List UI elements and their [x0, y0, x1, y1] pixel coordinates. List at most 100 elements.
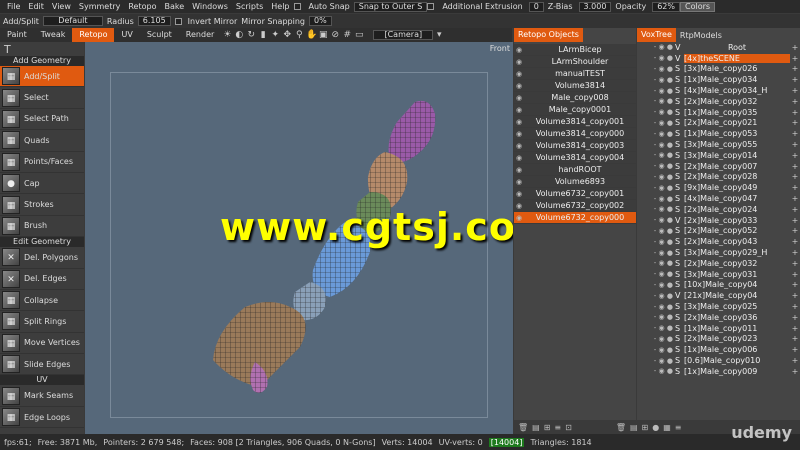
layer-controls[interactable]: - ◉ ● — [637, 97, 675, 105]
additional-extrusion-checkbox[interactable] — [427, 3, 435, 10]
layer-controls[interactable]: - ◉ ● — [637, 216, 675, 224]
zoom-icon[interactable]: ⚲ — [294, 30, 304, 40]
retopo-object-item[interactable]: ◉ Volume6732_copy001 — [514, 188, 636, 200]
zbias-field[interactable]: 3.000 — [578, 1, 612, 12]
voxtree-item[interactable]: - ◉ ● S [2x]Male_copy043 + — [637, 236, 800, 247]
menu-help[interactable]: Help — [267, 2, 293, 11]
tree-trash-icon[interactable]: 🗑 — [616, 423, 626, 432]
voxtree-item[interactable]: - ◉ ● S [2x]Male_copy036 + — [637, 312, 800, 323]
layer-controls[interactable]: - ◉ ● — [637, 43, 675, 51]
add-layer-icon[interactable]: + — [790, 280, 800, 289]
tab-voxtree[interactable]: VoxTree — [637, 28, 676, 42]
retopo-object-item[interactable]: ◉ Male_copy0001 — [514, 104, 636, 116]
voxtree-item[interactable]: - ◉ ● S [0.6]Male_copy010 + — [637, 355, 800, 366]
tool-del-polygons[interactable]: ✕ Del. Polygons — [0, 247, 84, 269]
retopo-object-item[interactable]: ◉ Volume3814_copy004 — [514, 152, 636, 164]
layer-controls[interactable]: - ◉ ● — [637, 173, 675, 181]
layer-controls[interactable]: - ◉ ● — [637, 76, 675, 84]
opacity-field[interactable]: 62% — [652, 1, 680, 12]
layer-controls[interactable]: - ◉ ● — [637, 303, 675, 311]
retopo-object-item[interactable]: ◉ Volume6732_copy000 — [514, 212, 636, 224]
flat-icon[interactable]: ▮ — [258, 30, 268, 40]
voxtree-item[interactable]: - ◉ ● S [2x]Male_copy024 + — [637, 204, 800, 215]
layer-controls[interactable]: - ◉ ● — [637, 141, 675, 149]
layer-controls[interactable]: - ◉ ● — [637, 259, 675, 267]
snap-mode-select[interactable]: Snap to Outer S — [353, 1, 428, 12]
add-layer-icon[interactable]: + — [790, 313, 800, 322]
light-icon[interactable]: ☀ — [222, 30, 232, 40]
mirror-snapping-field[interactable]: 0% — [308, 16, 332, 26]
add-layer-icon[interactable]: + — [790, 194, 800, 203]
layer-controls[interactable]: - ◉ ● — [637, 54, 675, 62]
add-layer-icon[interactable]: + — [790, 356, 800, 365]
layer-controls[interactable]: - ◉ ● — [637, 313, 675, 321]
tool-select-path[interactable]: ▦ Select Path — [0, 109, 84, 131]
tool-add-split[interactable]: ▦ Add/Split — [0, 66, 84, 88]
tree-add-icon[interactable]: ⊞ — [642, 423, 649, 432]
retopo-object-item[interactable]: ◉ Volume6732_copy002 — [514, 200, 636, 212]
add-layer-icon[interactable]: + — [790, 259, 800, 268]
add-layer-icon[interactable]: + — [790, 86, 800, 95]
tool-mark-seams[interactable]: ▦ Mark Seams — [0, 385, 84, 407]
voxtree-item[interactable]: - ◉ ● S [2x]Male_copy023 + — [637, 334, 800, 345]
rotate-icon[interactable]: ↻ — [246, 30, 256, 40]
tool-move-vertices[interactable]: ▦ Move Vertices — [0, 333, 84, 355]
layer-controls[interactable]: - ◉ ● — [637, 324, 675, 332]
add-layer-icon[interactable]: + — [790, 345, 800, 354]
no-entry-icon[interactable]: ⊘ — [330, 30, 340, 40]
visibility-icon[interactable]: ◉ — [514, 58, 524, 66]
visibility-icon[interactable]: ◉ — [514, 166, 524, 174]
camera-icon[interactable]: ▾ — [434, 30, 444, 40]
retopo-object-item[interactable]: ◉ LArmBicep — [514, 44, 636, 56]
add-layer-icon[interactable]: + — [790, 108, 800, 117]
menu-symmetry[interactable]: Symmetry — [75, 2, 124, 11]
tab-retopo[interactable]: Retopo — [72, 28, 115, 42]
shade-icon[interactable]: ◐ — [234, 30, 244, 40]
add-layer-icon[interactable]: + — [790, 151, 800, 160]
colors-button[interactable]: Colors — [679, 1, 716, 12]
voxtree-item[interactable]: - ◉ ● S [1x]Male_copy009 + — [637, 366, 800, 377]
layer-controls[interactable]: - ◉ ● — [637, 238, 675, 246]
frame-icon[interactable]: ▭ — [354, 30, 364, 40]
visibility-icon[interactable]: ◉ — [514, 190, 524, 198]
voxtree-item[interactable]: - ◉ ● S [4x]Male_copy047 + — [637, 193, 800, 204]
voxtree-item[interactable]: - ◉ ● S [3x]Male_copy031 + — [637, 269, 800, 280]
tab-uv[interactable]: UV — [114, 28, 139, 42]
menu-retopo[interactable]: Retopo — [124, 2, 160, 11]
retopo-object-item[interactable]: ◉ manualTEST — [514, 68, 636, 80]
voxtree-item[interactable]: - ◉ ● S [2x]Male_copy032 + — [637, 258, 800, 269]
invert-mirror-checkbox[interactable] — [174, 17, 182, 25]
viewport[interactable]: Front www.cgtsj.com — [85, 42, 513, 434]
list-icon[interactable]: ≡ — [554, 423, 561, 432]
voxtree-item[interactable]: - ◉ ● S [2x]Male_copy007 + — [637, 161, 800, 172]
radius-field[interactable]: 6.105 — [137, 16, 171, 26]
visibility-icon[interactable]: ◉ — [514, 70, 524, 78]
add-layer-icon[interactable]: + — [790, 54, 800, 63]
voxtree-item[interactable]: - ◉ ● S [1x]Male_copy034 + — [637, 74, 800, 85]
preset-select[interactable]: Default — [42, 16, 103, 26]
layer-controls[interactable]: - ◉ ● — [637, 151, 675, 159]
visibility-icon[interactable]: ◉ — [514, 118, 524, 126]
auto-snap-checkbox[interactable] — [293, 3, 301, 10]
visibility-icon[interactable]: ◉ — [514, 178, 524, 186]
light-tool-icon[interactable]: ✦ — [270, 30, 280, 40]
add-layer-icon[interactable]: + — [790, 248, 800, 257]
grid-icon[interactable]: # — [342, 30, 352, 40]
voxtree-item[interactable]: - ◉ ● S [1x]Male_copy053 + — [637, 128, 800, 139]
tool-del-edges[interactable]: ✕ Del. Edges — [0, 269, 84, 290]
tab-rtpmodels[interactable]: RtpModels — [676, 31, 726, 40]
add-layer-icon[interactable]: + — [790, 129, 800, 138]
retopo-object-item[interactable]: ◉ Volume3814_copy001 — [514, 116, 636, 128]
cube-icon[interactable]: ▣ — [318, 30, 328, 40]
add-layer-icon[interactable]: + — [790, 183, 800, 192]
menu-edit[interactable]: Edit — [24, 2, 48, 11]
add-layer-icon[interactable]: + — [790, 291, 800, 300]
retopo-object-item[interactable]: ◉ Volume3814_copy000 — [514, 128, 636, 140]
retopo-object-item[interactable]: ◉ Volume3814 — [514, 80, 636, 92]
voxtree-item[interactable]: - ◉ ● V [2x]Male_copy033 + — [637, 215, 800, 226]
add-layer-icon[interactable]: + — [790, 140, 800, 149]
layer-controls[interactable]: - ◉ ● — [637, 205, 675, 213]
menu-file[interactable]: File — [3, 2, 24, 11]
add-layer-icon[interactable]: + — [790, 64, 800, 73]
add-layer-icon[interactable]: + — [790, 205, 800, 214]
